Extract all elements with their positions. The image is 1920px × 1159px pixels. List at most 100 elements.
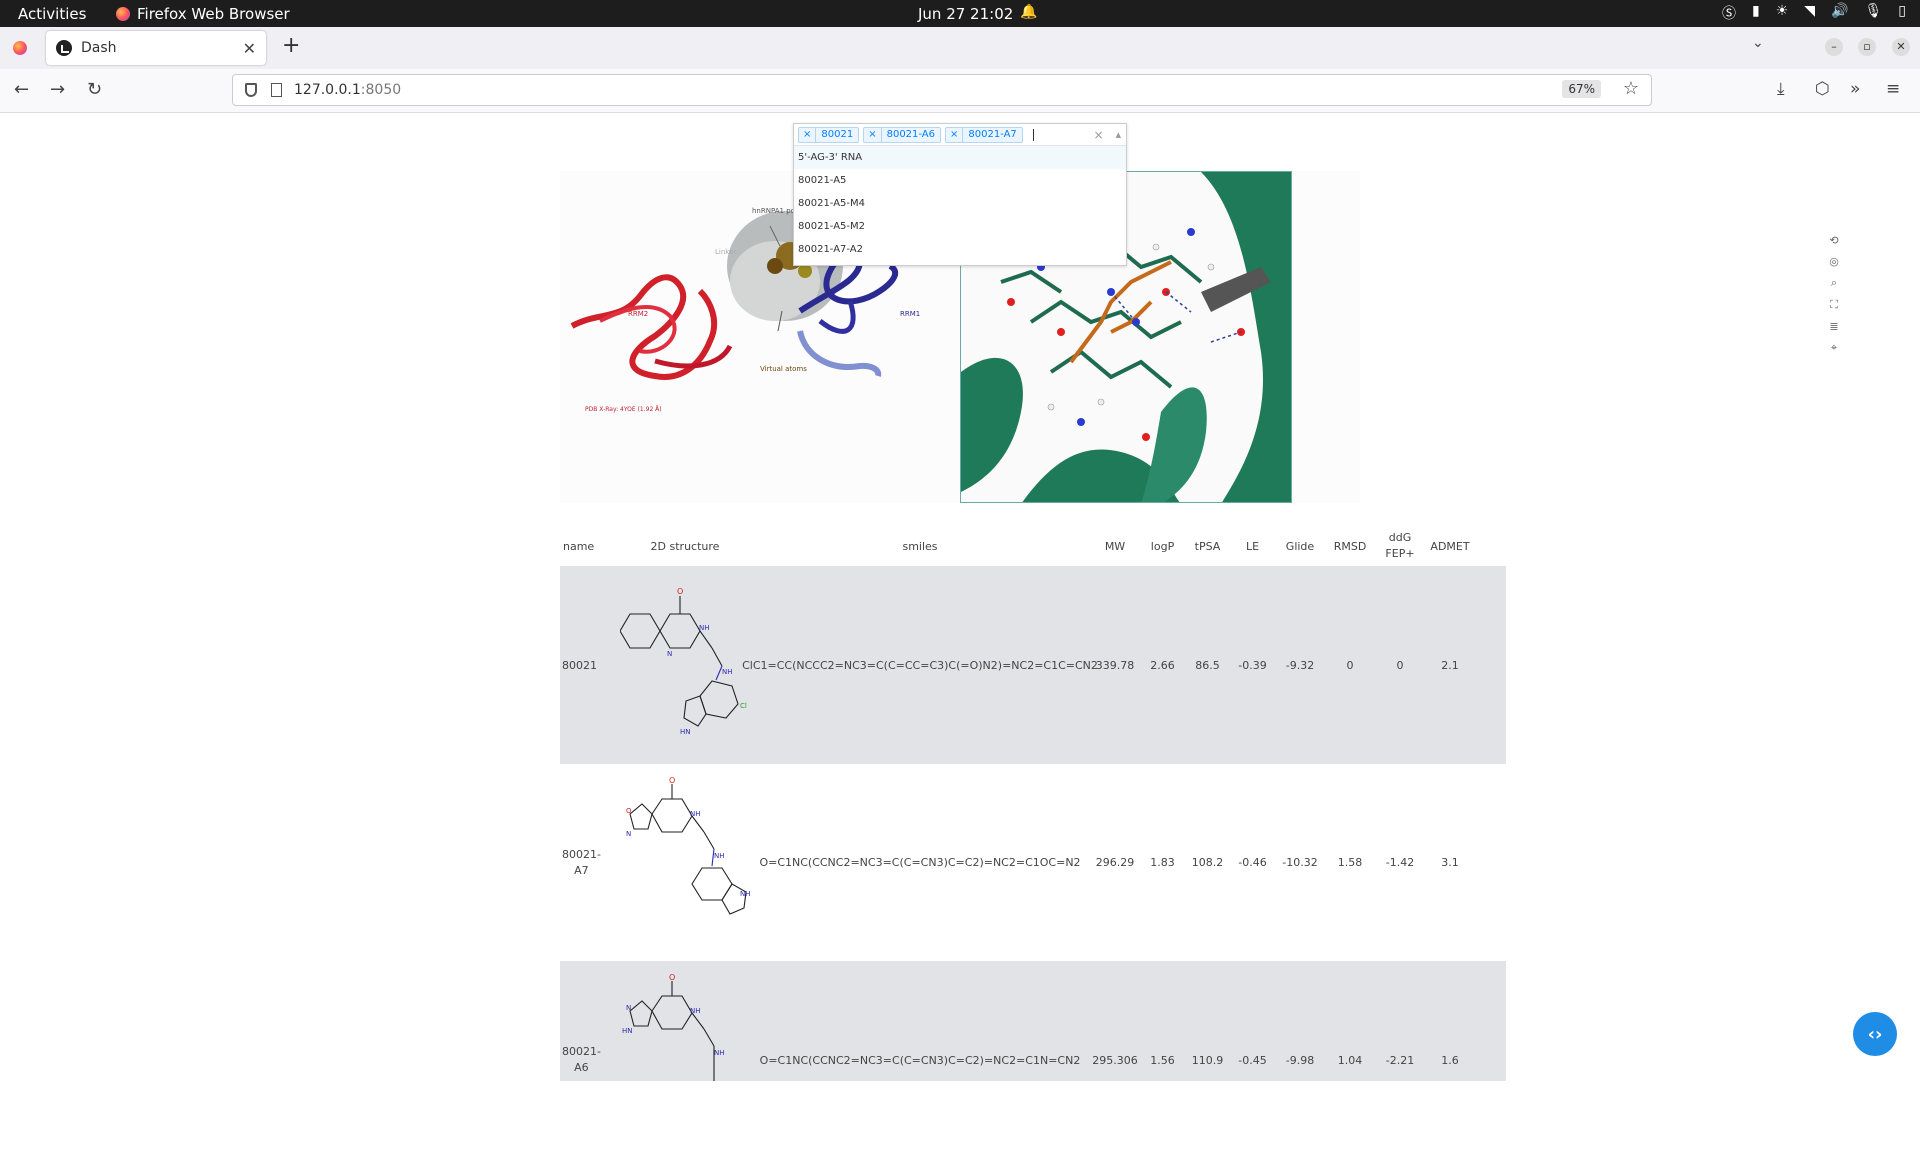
dropdown-option[interactable]: 80021-A7-A2 [794, 238, 1126, 261]
dash-favicon-icon [56, 40, 72, 56]
chip-remove-icon[interactable]: × [946, 127, 964, 142]
dropdown-option[interactable]: 80021-A5-M2 [794, 215, 1126, 238]
brightness-icon[interactable]: ☀ [1776, 3, 1789, 23]
navigation-bar: ← → ↻ 127.0.0.1:8050 67% ☆ ⤓ ⬡ » ≡ [0, 69, 1920, 113]
volume-icon[interactable]: 🔊 [1831, 3, 1848, 23]
system-top-bar: Activities Firefox Web Browser Jun 27 21… [0, 0, 1920, 27]
svg-text:N: N [626, 830, 631, 838]
minimize-button[interactable]: – [1825, 38, 1843, 56]
chip-remove-icon[interactable]: × [799, 127, 817, 142]
cell-rmsd: 1.58 [1337, 856, 1363, 869]
dropdown-option[interactable]: 80021-A5 [794, 169, 1126, 192]
app-menu[interactable]: Firefox Web Browser [116, 5, 290, 23]
col-admet[interactable]: ADMET [1425, 526, 1475, 566]
hamburger-menu-icon[interactable]: ≡ [1886, 79, 1900, 99]
cell-admet: 1.6 [1441, 1053, 1459, 1067]
col-tpsa[interactable]: tPSA [1185, 526, 1230, 566]
table-row: 80021 O NH N NH HN Cl ClC1=CC(NCCC2=NC3=… [560, 566, 1506, 764]
back-arrow-icon[interactable]: ← [14, 79, 29, 100]
bell-icon[interactable]: 🔔 [1020, 4, 1037, 20]
selected-chip[interactable]: × 80021-A7 [945, 126, 1023, 143]
selected-chip[interactable]: × 80021-A6 [863, 126, 941, 143]
cell-mw: 296.29 [1095, 856, 1135, 869]
shield-icon[interactable] [245, 83, 257, 97]
cell-name: 80021 [562, 658, 597, 672]
forward-arrow-icon[interactable]: → [50, 79, 65, 100]
col-glide[interactable]: Glide [1275, 526, 1325, 566]
cell-logp: 1.56 [1150, 1053, 1175, 1067]
multiselect-control[interactable]: × 80021 × 80021-A6 × 80021-A7 × ▲ [794, 124, 1126, 146]
clock[interactable]: Jun 27 21:02 [918, 5, 1013, 23]
col-le[interactable]: LE [1230, 526, 1275, 566]
col-name[interactable]: name [560, 526, 620, 566]
molecule-multiselect[interactable]: × 80021 × 80021-A6 × 80021-A7 × ▲ 5'-AG-3' … [793, 123, 1127, 266]
label-pdb: PDB X-Ray: 4YOE (1.92 Å) [585, 406, 662, 413]
zoom-badge[interactable]: 67% [1562, 80, 1601, 98]
fullscreen-icon[interactable]: ⛶ [1830, 298, 1838, 312]
caret-up-icon[interactable]: ▲ [1116, 131, 1121, 139]
settings-icon[interactable]: ≣ [1829, 320, 1838, 333]
cell-logp: 2.66 [1150, 658, 1175, 672]
svg-text:HN: HN [680, 728, 691, 736]
clear-all-icon[interactable]: × [1094, 128, 1104, 142]
reload-icon[interactable]: ↻ [87, 79, 102, 100]
url-port: :8050 [360, 82, 402, 98]
text-cursor[interactable] [1032, 128, 1034, 141]
col-smiles[interactable]: smiles [750, 526, 1090, 566]
col-rmsd[interactable]: RMSD [1325, 526, 1375, 566]
col-mw[interactable]: MW [1090, 526, 1140, 566]
compound-table: name 2D structure smiles MW logP tPSA LE… [560, 526, 1506, 1081]
battery-icon[interactable]: ▯ [1898, 3, 1906, 23]
tab-dash[interactable]: Dash ✕ [46, 31, 266, 65]
col-logp[interactable]: logP [1140, 526, 1185, 566]
cell-rmsd: 0 [1346, 658, 1354, 672]
svg-text:O: O [677, 587, 683, 596]
svg-text:O: O [669, 973, 675, 982]
system-tray[interactable]: Ⓢ ▮ ☀ ◥ 🔊 🎙 ▯ [1722, 3, 1906, 23]
cell-smiles: O=C1NC(CCNC2=NC3=C(C=CN3)C=C2)=NC2=C1OC=… [759, 856, 1081, 869]
extensions-icon[interactable]: ⬡ [1815, 79, 1830, 99]
cell-glide: -10.32 [1282, 856, 1318, 869]
new-tab-button[interactable]: + [282, 33, 300, 58]
download-icon[interactable]: ⤓ [1777, 79, 1785, 99]
firefox-view-icon[interactable] [13, 41, 27, 55]
svg-text:NH: NH [714, 1049, 725, 1057]
skype-icon[interactable]: Ⓢ [1722, 3, 1736, 23]
svg-text:NH: NH [690, 810, 701, 818]
url-bar[interactable]: 127.0.0.1:8050 67% ☆ [232, 74, 1652, 106]
reset-view-icon[interactable]: ⟲ [1829, 234, 1838, 247]
cell-tpsa: 86.5 [1195, 658, 1220, 672]
firefox-icon [116, 7, 130, 21]
dropdown-option[interactable]: 5'-AG-3' RNA [794, 146, 1126, 169]
selected-chip[interactable]: × 80021 [798, 126, 860, 143]
dash-debug-button[interactable]: ‹› [1853, 1012, 1897, 1056]
chip-remove-icon[interactable]: × [864, 127, 882, 142]
close-tab-icon[interactable]: ✕ [243, 39, 256, 58]
activities-button[interactable]: Activities [18, 5, 86, 23]
cell-tpsa: 108.2 [1191, 856, 1224, 869]
label-rrm2: RRM2 [628, 310, 648, 318]
camera-icon[interactable]: ◎ [1829, 255, 1839, 268]
microphone-icon[interactable]: 🎙 [1865, 3, 1883, 23]
star-icon[interactable]: ☆ [1623, 78, 1639, 99]
col-ddg[interactable]: ddG FEP+ [1375, 526, 1425, 566]
col-2d-structure[interactable]: 2D structure [620, 526, 750, 566]
zoom-icon[interactable]: ⌕ [1831, 276, 1837, 290]
select-icon[interactable]: ⌖ [1831, 341, 1837, 355]
close-window-button[interactable]: ✕ [1892, 38, 1910, 56]
restore-button[interactable]: ▫ [1858, 38, 1876, 56]
page-info-icon[interactable] [271, 83, 282, 97]
dropdown-option[interactable]: 80021-A5-M4 [794, 192, 1126, 215]
cell-ddg: -2.21 [1385, 1053, 1415, 1067]
wifi-icon[interactable]: ◥ [1804, 3, 1815, 23]
svg-text:NH: NH [690, 1007, 701, 1015]
flashlight-icon[interactable]: ▮ [1752, 3, 1760, 23]
chevron-down-icon[interactable]: ⌄ [1752, 35, 1764, 51]
cell-glide: -9.32 [1285, 658, 1315, 672]
svg-text:N: N [626, 1004, 631, 1012]
url-host: 127.0.0.1 [294, 82, 361, 98]
cell-rmsd: 1.04 [1337, 1053, 1363, 1067]
overflow-icon[interactable]: » [1850, 79, 1860, 99]
table-row: 80021-A6 O N HN NH NH O=C1NC(CCNC2=NC3=C… [560, 961, 1506, 1081]
structure-2d-image: O NH N NH HN Cl [620, 587, 747, 736]
